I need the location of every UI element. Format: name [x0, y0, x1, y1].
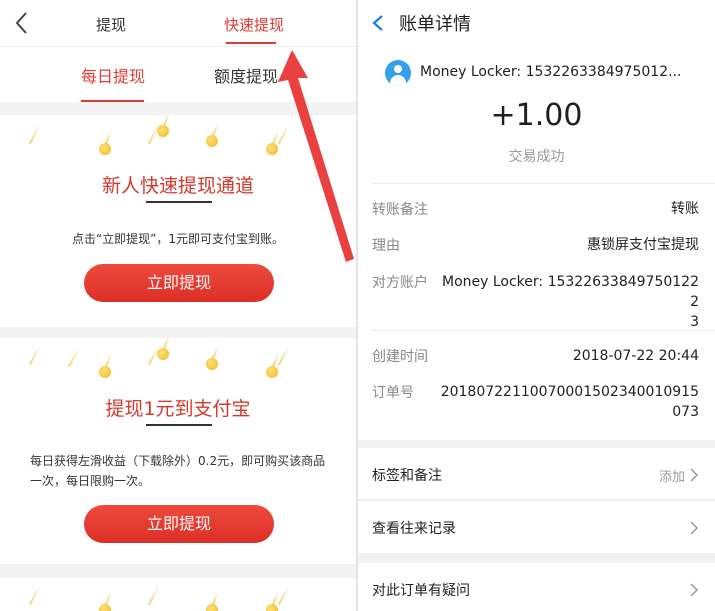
tab-quota-withdraw[interactable]: 额度提现	[214, 63, 278, 87]
payee-name: Money Locker: 1532263384975012...	[420, 64, 682, 80]
list-item-label: 查看往来记录	[372, 521, 456, 537]
falling-coin-icon	[264, 352, 280, 378]
status-text: 交易成功	[508, 149, 565, 165]
falling-coin-icon	[97, 352, 113, 378]
list-item-history[interactable]: 查看往来记录	[358, 501, 715, 553]
bill-detail-card: 账单详情 Money Locker: 1532263384975012... +…	[358, 0, 715, 440]
tab-quick-withdraw[interactable]: 快速提现	[224, 14, 284, 35]
list-item-hint: 添加	[658, 470, 685, 485]
detail-value: Money Locker: 153226338497501222 3	[441, 274, 699, 330]
amount: +1.00	[490, 98, 583, 133]
tab-active-indicator	[226, 42, 276, 44]
detail-value: 转账	[671, 201, 699, 217]
annotation-arrow-icon	[278, 50, 354, 262]
withdraw-now-button[interactable]: 立即提现	[84, 505, 274, 543]
decor-streak	[67, 346, 81, 368]
detail-label: 订单号	[372, 385, 414, 401]
detail-value: 惠锁屏支付宝提现	[587, 237, 699, 253]
falling-coin-icon	[204, 121, 220, 147]
title-underline	[146, 424, 212, 426]
card-title: 提现1元到支付宝	[105, 398, 251, 420]
sub-tab-active-indicator	[81, 100, 144, 102]
decor-streak	[28, 584, 42, 606]
tab-withdraw[interactable]: 提现	[96, 14, 126, 35]
detail-label: 对方账户	[372, 275, 428, 291]
partial-card	[0, 578, 356, 611]
card-description: 每日获得左滑收益（下载除外）0.2元，即可购买该商品一次，每日限购一次。	[30, 454, 326, 488]
list-item-label: 标签和备注	[372, 468, 442, 484]
chevron-right-icon	[690, 521, 699, 535]
falling-coin-icon	[155, 115, 171, 137]
divider	[372, 330, 715, 331]
withdraw-now-button[interactable]: 立即提现	[84, 264, 274, 302]
page-title: 账单详情	[399, 14, 471, 35]
detail-label: 创建时间	[372, 349, 428, 365]
decor-streak	[147, 584, 161, 606]
avatar	[385, 60, 411, 86]
detail-label: 理由	[372, 238, 400, 254]
left-panel: 提现 快速提现 每日提现 额度提现 新人快速提现通道 点击“立即提现”，1元即可…	[0, 0, 356, 611]
list-item-order-question[interactable]: 对此订单有疑问	[358, 563, 715, 611]
detail-value: 2018-07-22 20:44	[572, 348, 699, 364]
right-panel: 账单详情 Money Locker: 1532263384975012... +…	[358, 0, 715, 611]
falling-coin-icon	[264, 590, 280, 611]
falling-coin-icon	[204, 590, 220, 611]
falling-coin-icon	[155, 338, 171, 360]
falling-coin-icon	[204, 344, 220, 370]
alipay-withdraw-card: 提现1元到支付宝 每日获得左滑收益（下载除外）0.2元，即可购买该商品一次，每日…	[0, 338, 356, 564]
title-underline	[146, 201, 212, 203]
falling-coin-icon	[97, 129, 113, 155]
decor-streak	[28, 344, 42, 366]
detail-value: 20180722110070001502340010915073	[440, 384, 699, 420]
back-arrow-icon[interactable]	[12, 10, 32, 36]
divider	[372, 183, 715, 184]
chevron-right-icon	[690, 583, 699, 597]
detail-label: 转账备注	[372, 202, 428, 218]
list-item-label: 对此订单有疑问	[372, 583, 470, 599]
falling-coin-icon	[97, 590, 113, 611]
decor-streak	[28, 123, 42, 145]
list-item-tags-notes[interactable]: 标签和备注 添加	[358, 448, 715, 500]
chevron-right-icon	[690, 468, 699, 482]
tab-daily-withdraw[interactable]: 每日提现	[81, 63, 145, 87]
back-arrow-icon[interactable]	[370, 10, 386, 36]
